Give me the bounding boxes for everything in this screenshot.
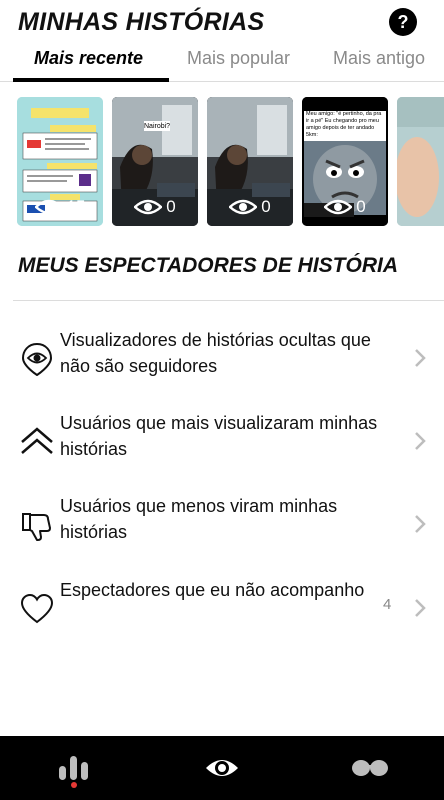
- story-thumbnail[interactable]: 0 Nairobi?: [112, 97, 198, 226]
- eye-icon: [134, 199, 163, 215]
- story-view-count: 15: [66, 197, 86, 216]
- menu-item-top-viewers[interactable]: Usuários que mais visualizaram minhas hi…: [0, 407, 444, 477]
- nav-stats-button[interactable]: [14, 736, 134, 800]
- glasses-icon: [352, 760, 388, 776]
- menu-item-label: Usuários que menos viram minhas história…: [60, 496, 338, 542]
- menu-item-least-viewers[interactable]: Usuários que menos viram minhas história…: [0, 490, 444, 560]
- eye-icon: [34, 199, 63, 215]
- header: MINHAS HISTÓRIAS ?: [0, 0, 444, 44]
- heart-icon: [20, 593, 54, 624]
- story-view-count: 0: [166, 197, 176, 216]
- menu-item-label: Espectadores que eu não acompanho: [60, 580, 365, 600]
- chevron-right-icon: [415, 432, 426, 450]
- eye-icon: [206, 760, 238, 776]
- story-views: 15: [17, 197, 103, 217]
- tab-mais-popular[interactable]: Mais popular: [187, 48, 290, 69]
- story-view-count: 0: [356, 197, 366, 216]
- double-chevron-up-icon: [21, 427, 53, 454]
- menu-item-label: Usuários que mais visualizaram minhas hi…: [60, 413, 378, 459]
- nav-spy-button[interactable]: [310, 736, 430, 800]
- story-thumbnail[interactable]: 15: [17, 97, 103, 226]
- page-title: MINHAS HISTÓRIAS: [18, 8, 265, 36]
- menu-item-not-following[interactable]: Espectadores que eu não acompanho 4: [0, 574, 444, 644]
- eye-pin-icon: [21, 342, 53, 376]
- viewer-count-badge: 4: [383, 596, 392, 613]
- bottom-navigation: [0, 736, 444, 800]
- story-5-image: [397, 97, 444, 226]
- story-thumbnail[interactable]: [397, 97, 444, 226]
- stories-strip[interactable]: 15 0 Nairobi? 0 Meu amigo: "é pertinho, …: [0, 97, 444, 227]
- menu-item-hidden-viewers[interactable]: Visualizadores de histórias ocultas que …: [0, 324, 444, 394]
- help-button[interactable]: ?: [389, 8, 417, 36]
- chevron-right-icon: [415, 515, 426, 533]
- story-thumbnail[interactable]: 0: [207, 97, 293, 226]
- section-title: MEUS ESPECTADORES DE HISTÓRIA: [18, 254, 398, 277]
- story-views: 0: [302, 197, 388, 217]
- story-caption: Meu amigo: "é pertinho, da pra ir a pé" …: [306, 111, 382, 138]
- divider: [13, 300, 444, 301]
- story-views: 0: [112, 197, 198, 217]
- tab-mais-recente[interactable]: Mais recente: [34, 48, 143, 69]
- tab-bar: Mais recente Mais popular Mais antigo: [0, 42, 444, 82]
- active-tab-indicator: [13, 78, 169, 82]
- menu-item-label: Visualizadores de histórias ocultas que …: [60, 330, 371, 376]
- nav-views-button[interactable]: [162, 736, 282, 800]
- story-thumbnail[interactable]: Meu amigo: "é pertinho, da pra ir a pé" …: [302, 97, 388, 226]
- chevron-right-icon: [415, 599, 426, 617]
- chevron-right-icon: [415, 349, 426, 367]
- eye-icon: [229, 199, 258, 215]
- active-indicator-dot: [71, 782, 77, 788]
- story-view-count: 0: [261, 197, 271, 216]
- story-views: 0: [207, 197, 293, 217]
- thumbs-down-icon: [22, 513, 51, 541]
- story-caption: Nairobi?: [144, 123, 171, 130]
- eye-icon: [324, 199, 353, 215]
- stats-icon: [59, 756, 88, 780]
- tab-mais-antigo[interactable]: Mais antigo: [333, 48, 425, 69]
